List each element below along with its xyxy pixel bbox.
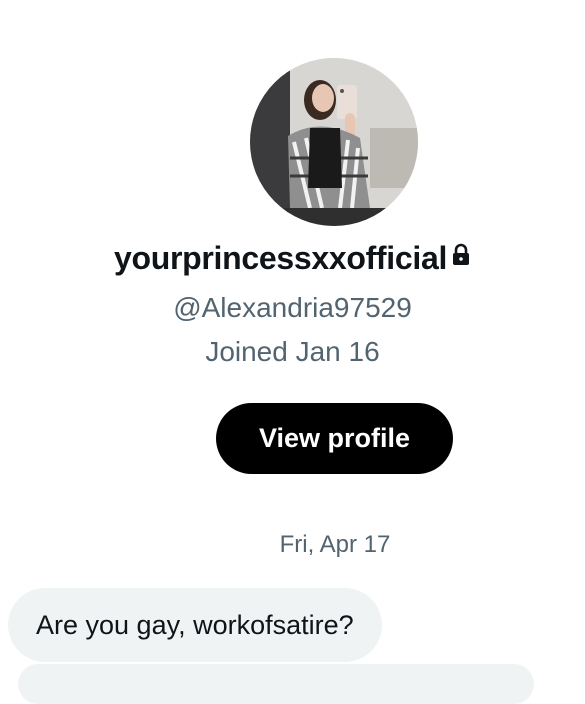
view-profile-button[interactable]: View profile: [216, 403, 453, 474]
joined-date: Joined Jan 16: [205, 336, 380, 367]
lock-icon: [451, 243, 471, 270]
message-bubble[interactable]: Are you gay, workofsatire?: [8, 588, 382, 662]
date-separator: Fri, Apr 17: [279, 531, 391, 558]
display-name-row: yourprincessxxofficial: [0, 240, 585, 277]
display-name: yourprincessxxofficial: [113, 240, 448, 276]
message-bubble-partial[interactable]: [18, 664, 534, 704]
avatar[interactable]: [250, 58, 418, 226]
profile-handle: @Alexandria97529: [173, 292, 412, 323]
